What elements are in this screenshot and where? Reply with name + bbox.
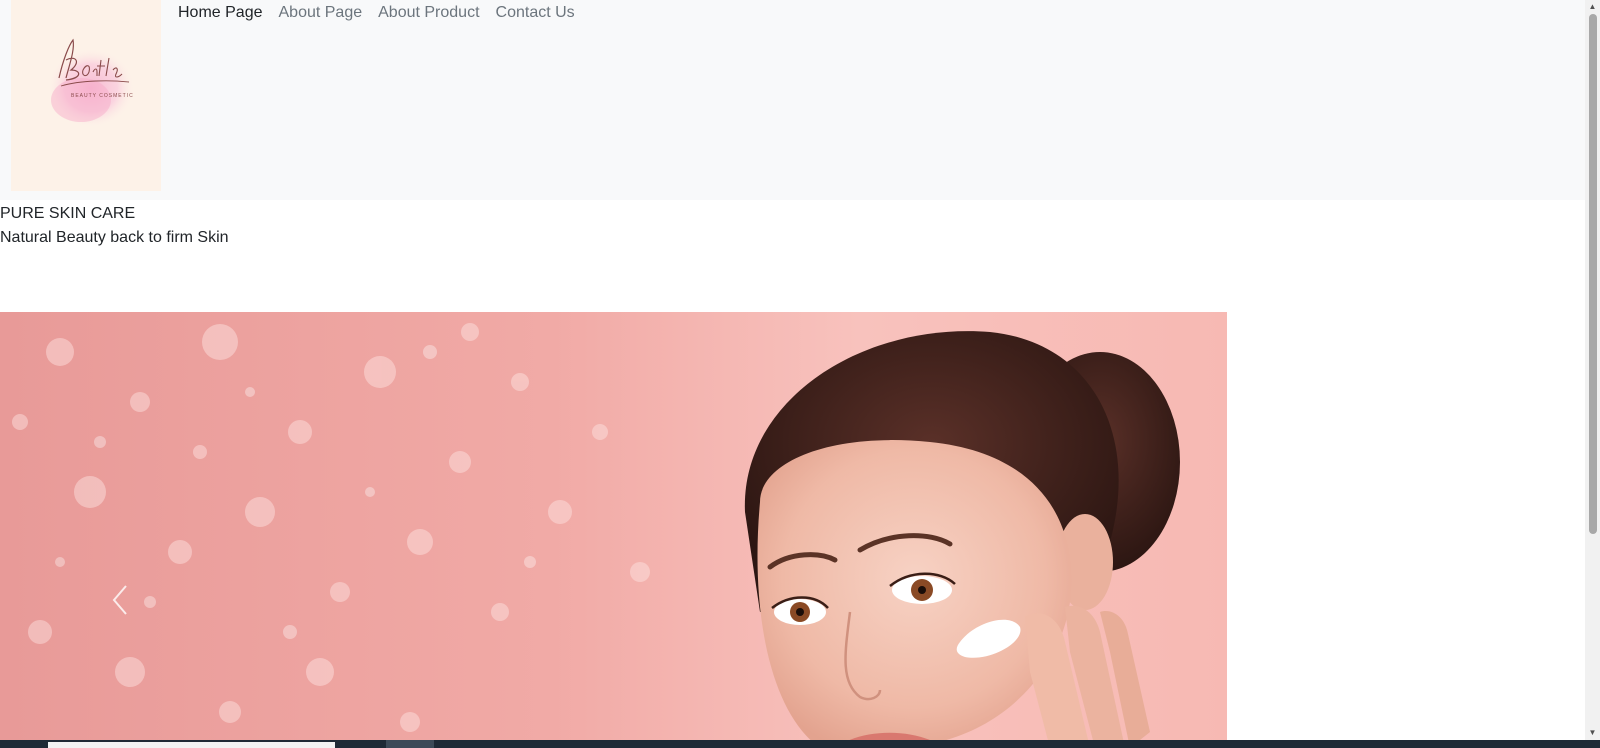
nav-link-home[interactable]: Home Page	[170, 2, 271, 24]
navbar: BEAUTY COSMETIC Home Page About Page Abo…	[0, 0, 1585, 200]
carousel-image	[0, 312, 1227, 740]
hero-carousel	[0, 312, 1227, 740]
nav-link-about[interactable]: About Page	[271, 2, 371, 24]
taskbar	[0, 740, 1600, 748]
brand-logo[interactable]: BEAUTY COSMETIC	[11, 0, 161, 191]
carousel-prev-button[interactable]	[100, 580, 140, 620]
logo-subtitle: BEAUTY COSMETIC	[71, 93, 134, 99]
page-viewport: BEAUTY COSMETIC Home Page About Page Abo…	[0, 0, 1585, 740]
hero-heading: PURE SKIN CARE	[0, 205, 136, 222]
vertical-scrollbar[interactable]: ▲ ▼	[1585, 0, 1600, 740]
nav-link-contact[interactable]: Contact Us	[488, 2, 583, 24]
hero-subheading: Natural Beauty back to firm Skin	[0, 229, 229, 246]
taskbar-search[interactable]	[48, 742, 335, 748]
scrollbar-thumb[interactable]	[1589, 14, 1597, 534]
taskbar-app[interactable]	[386, 740, 434, 748]
nav-link-about-product[interactable]: About Product	[370, 2, 487, 24]
hero-text: PURE SKIN CARE Natural Beauty back to fi…	[0, 202, 229, 250]
scroll-up-arrow-icon[interactable]: ▲	[1585, 0, 1600, 14]
scroll-down-arrow-icon[interactable]: ▼	[1585, 726, 1600, 740]
nav-links: Home Page About Page About Product Conta…	[170, 2, 583, 24]
chevron-left-icon	[112, 585, 127, 615]
logo-graphic: BEAUTY COSMETIC	[47, 38, 135, 128]
